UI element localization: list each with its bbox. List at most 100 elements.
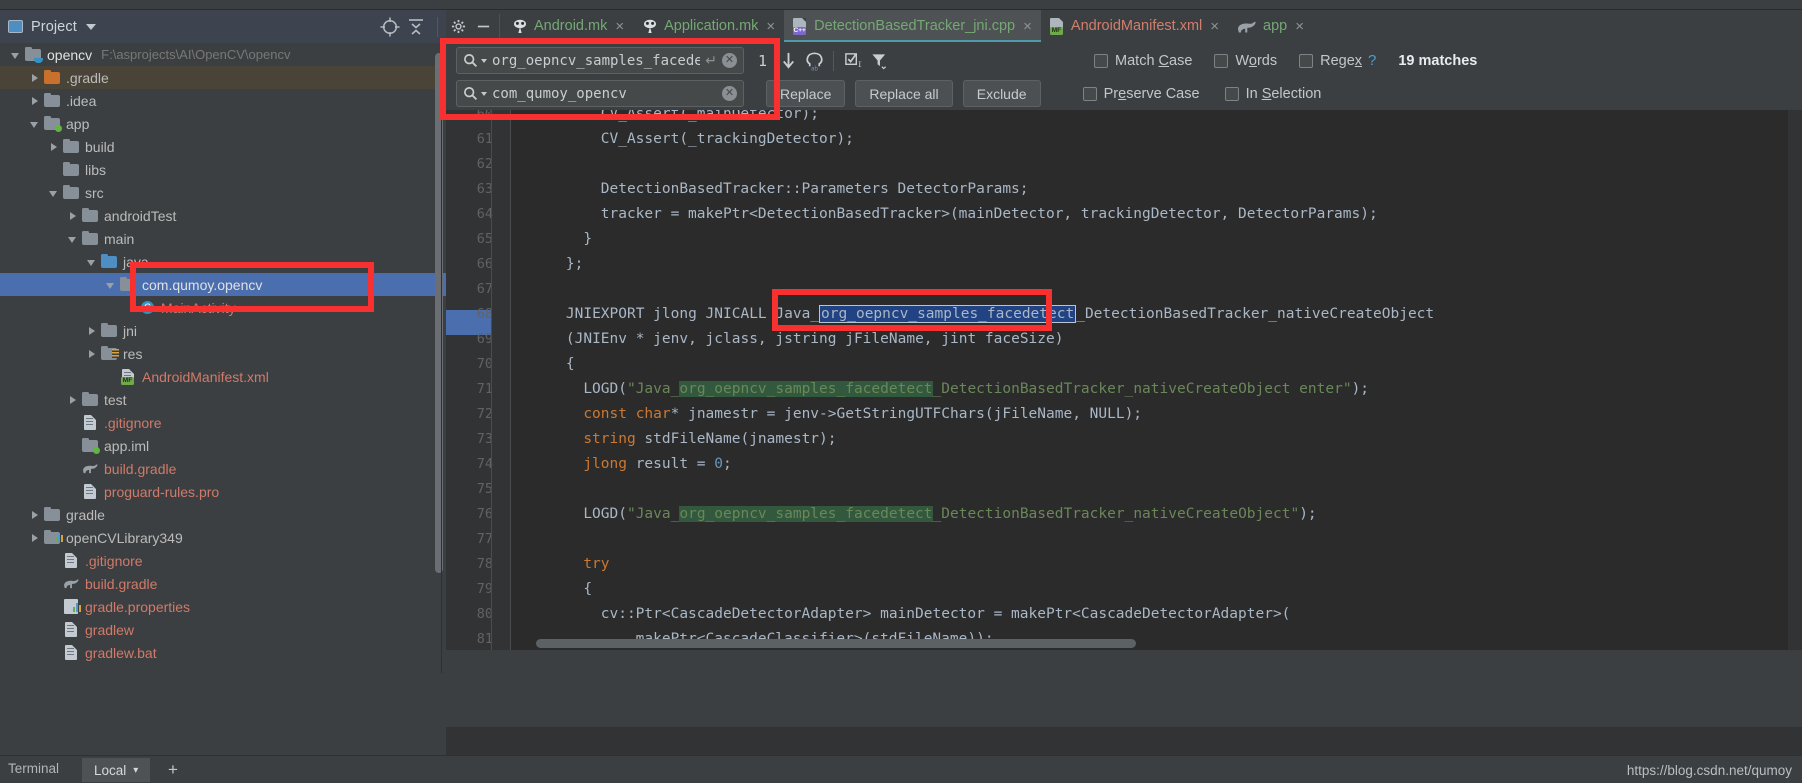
code-line[interactable]: LOGD("Java_org_oepncv_samples_facedetect… — [511, 502, 1802, 527]
code-line[interactable]: DetectionBasedTracker::Parameters Detect… — [511, 177, 1802, 202]
editor-marker-strip[interactable] — [1788, 110, 1802, 650]
code-line[interactable] — [511, 527, 1802, 552]
close-icon[interactable]: × — [1021, 19, 1032, 34]
chevron-down-icon[interactable] — [10, 49, 22, 61]
clear-x-icon[interactable]: ✕ — [722, 86, 737, 101]
code-line[interactable]: string stdFileName(jnamestr); — [511, 427, 1802, 452]
tree-row[interactable]: openCVLibrary349 — [0, 526, 446, 549]
chevron-down-icon[interactable] — [48, 187, 60, 199]
omega-whole-words-icon[interactable]: ab — [801, 48, 827, 74]
tree-row[interactable]: app — [0, 112, 446, 135]
code-line[interactable]: try — [511, 552, 1802, 577]
new-terminal-plus-icon[interactable]: + — [168, 760, 178, 780]
chevron-down-icon[interactable] — [67, 233, 79, 245]
terminal-local-tab[interactable]: Local ▾ — [82, 758, 151, 782]
tree-row[interactable]: test — [0, 388, 446, 411]
chevron-right-icon[interactable] — [29, 509, 41, 521]
tree-row[interactable]: app.iml — [0, 434, 446, 457]
chevron-right-icon[interactable] — [29, 72, 41, 84]
tree-row[interactable]: main — [0, 227, 446, 250]
code-line[interactable]: LOGD("Java_org_oepncv_samples_facedetect… — [511, 377, 1802, 402]
close-icon[interactable]: × — [613, 19, 624, 34]
tree-row[interactable]: gradle.properties — [0, 595, 446, 618]
close-icon[interactable]: × — [1293, 19, 1304, 34]
editor-tab[interactable]: Android.mk × — [503, 10, 633, 42]
editor-tab[interactable]: MF AndroidManifest.xml × — [1041, 10, 1228, 42]
tree-row[interactable]: androidTest — [0, 204, 446, 227]
bottom-tool-window-bar[interactable]: Terminal Local ▾ + https://blog.csdn.net… — [0, 755, 1802, 783]
code-line[interactable]: tracker = makePtr<DetectionBasedTracker>… — [511, 202, 1802, 227]
checkbox-box[interactable] — [1094, 53, 1109, 68]
replace-input[interactable]: com_qumoy_opencv ✕ — [456, 80, 744, 107]
code-line[interactable]: }; — [511, 252, 1802, 277]
terminal-label[interactable]: Terminal — [8, 761, 59, 776]
code-content[interactable]: CV_Assert(_mainDetector); CV_Assert(_trac… — [511, 110, 1802, 650]
filter-icon[interactable] — [866, 48, 892, 74]
editor-horizontal-scrollbar[interactable] — [536, 639, 1136, 648]
tree-row[interactable]: build.gradle — [0, 457, 446, 480]
code-line[interactable]: CV_Assert(_mainDetector); — [511, 110, 1802, 127]
tree-row[interactable]: res — [0, 342, 446, 365]
checkbox-regex[interactable]: Regex — [1299, 53, 1362, 69]
checkbox-box[interactable] — [1299, 53, 1314, 68]
tree-row[interactable]: src — [0, 181, 446, 204]
tree-row[interactable]: MF AndroidManifest.xml — [0, 365, 446, 388]
code-line[interactable]: CV_Assert(_trackingDetector); — [511, 127, 1802, 152]
regex-help-icon[interactable]: ? — [1368, 52, 1376, 69]
chevron-right-icon[interactable] — [86, 325, 98, 337]
editor-tab[interactable]: app × — [1228, 10, 1313, 42]
checkbox-box[interactable] — [1214, 53, 1229, 68]
tree-row[interactable]: gradlew — [0, 618, 446, 641]
checkbox-preserve-case[interactable]: Preserve Case — [1082, 86, 1200, 102]
checkbox-in-selection[interactable]: In Selection — [1224, 86, 1321, 102]
code-line[interactable]: { — [511, 352, 1802, 377]
checkbox-box[interactable] — [1082, 86, 1097, 101]
tree-row[interactable]: jni — [0, 319, 446, 342]
code-line[interactable] — [511, 277, 1802, 302]
code-line[interactable]: { — [511, 577, 1802, 602]
code-line[interactable]: JNIEXPORT jlong JNICALL Java_ org_oepncv_… — [511, 302, 1802, 327]
chevron-right-icon[interactable] — [86, 348, 98, 360]
chevron-right-icon[interactable] — [48, 141, 60, 153]
code-line[interactable]: } — [511, 227, 1802, 252]
tree-row[interactable]: .gradle — [0, 66, 446, 89]
chevron-down-icon[interactable] — [105, 279, 117, 291]
target-icon[interactable] — [379, 16, 401, 38]
checkbox-box[interactable] — [1224, 86, 1239, 101]
chevron-right-icon[interactable] — [67, 210, 79, 222]
code-line[interactable]: const char* jnamestr = jenv->GetStringUT… — [511, 402, 1802, 427]
checkbox-words[interactable]: Words — [1214, 53, 1277, 69]
replace-button[interactable]: Replace — [766, 80, 846, 107]
chevron-right-icon[interactable] — [29, 532, 41, 544]
close-icon[interactable]: × — [1208, 19, 1219, 34]
chevron-right-icon[interactable] — [67, 394, 79, 406]
tree-row[interactable]: build.gradle — [0, 572, 446, 595]
clear-x-icon[interactable]: ✕ — [722, 53, 737, 68]
chevron-right-icon[interactable] — [29, 95, 41, 107]
tree-row[interactable]: gradle — [0, 503, 446, 526]
select-all-occurrences-icon[interactable]: II — [840, 48, 866, 74]
tree-row[interactable]: libs — [0, 158, 446, 181]
code-line[interactable]: jlong result = 0; — [511, 452, 1802, 477]
editor-tab[interactable]: C++ DetectionBasedTracker_jni.cpp × — [784, 10, 1041, 42]
code-line[interactable]: cv::Ptr<CascadeDetectorAdapter> mainDete… — [511, 602, 1802, 627]
chevron-down-icon[interactable]: ▾ — [133, 765, 138, 776]
arrow-down-icon[interactable] — [775, 48, 801, 74]
editor-tab-bar[interactable]: Android.mk × Application.mk × C++ DetectionBa… — [446, 10, 1802, 42]
hide-panel-icon[interactable] — [471, 10, 496, 42]
tree-row[interactable]: .gitignore — [0, 549, 446, 572]
code-editor[interactable]: 60 61 62 63 64 65 66 67 68 69 70 71 72 73 74 75 76 77 78 79… — [446, 110, 1802, 650]
editor-tab[interactable]: Application.mk × — [633, 10, 784, 42]
replace-all-button[interactable]: Replace all — [855, 80, 953, 107]
code-line[interactable] — [511, 477, 1802, 502]
tree-row[interactable]: C MainActivity — [0, 296, 446, 319]
tree-row[interactable]: .idea — [0, 89, 446, 112]
tree-row[interactable]: .gitignore — [0, 411, 446, 434]
chevron-down-icon[interactable] — [85, 23, 96, 30]
tree-row[interactable]: build — [0, 135, 446, 158]
close-icon[interactable]: × — [764, 19, 775, 34]
project-tree[interactable]: opencv F:\asprojects\AI\OpenCV\opencv .gra… — [0, 43, 446, 673]
tree-row[interactable]: proguard-rules.pro — [0, 480, 446, 503]
settings-gear-icon[interactable] — [446, 10, 471, 42]
exclude-button[interactable]: Exclude — [962, 80, 1041, 107]
